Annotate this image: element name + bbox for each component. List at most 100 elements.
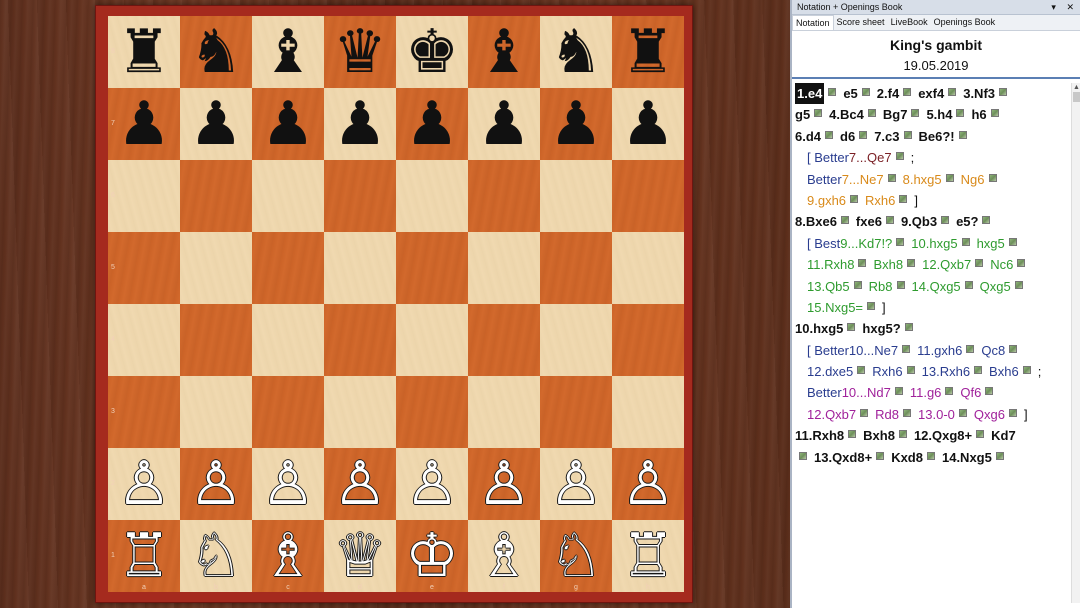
annotation-icon[interactable] (1008, 408, 1017, 417)
move-token[interactable]: 10.hxg5 (795, 318, 843, 339)
annotation-icon[interactable] (894, 387, 903, 396)
annotation-icon[interactable] (825, 130, 834, 139)
square-d8[interactable]: ♛ (324, 16, 396, 88)
annotation-icon[interactable] (860, 408, 869, 417)
annotation-icon[interactable] (985, 387, 994, 396)
move-token[interactable]: Kd7 (991, 425, 1016, 446)
square-d2[interactable]: ♙ (324, 448, 396, 520)
move-token[interactable]: e5? (956, 211, 978, 232)
square-e7[interactable]: ♟ (396, 88, 468, 160)
annotation-icon[interactable] (964, 280, 973, 289)
move-token[interactable]: e5 (843, 83, 857, 104)
annotation-icon[interactable] (976, 430, 985, 439)
move-token[interactable]: exf4 (918, 83, 944, 104)
annotation-icon[interactable] (988, 173, 997, 182)
move-token[interactable]: [ Better (807, 147, 849, 168)
square-b8[interactable]: ♞ (180, 16, 252, 88)
square-h8[interactable]: ♜ (612, 16, 684, 88)
move-token[interactable]: 14.Qxg5 (912, 276, 961, 297)
move-token[interactable]: d6 (840, 126, 855, 147)
square-d6[interactable] (324, 160, 396, 232)
move-token[interactable]: ] (1024, 404, 1028, 425)
black-pawn-icon[interactable]: ♟ (621, 94, 675, 154)
square-e4[interactable] (396, 304, 468, 376)
move-token[interactable]: Rxh6 (872, 361, 902, 382)
square-a8[interactable]: 8 ♜ (108, 16, 180, 88)
annotation-icon[interactable] (859, 130, 868, 139)
move-token[interactable]: fxe6 (856, 211, 882, 232)
square-e5[interactable] (396, 232, 468, 304)
move-token[interactable]: Qc8 (981, 340, 1005, 361)
move-token[interactable]: Qxg5 (980, 276, 1011, 297)
move-token[interactable]: 12.Qxb7 (922, 254, 971, 275)
annotation-icon[interactable] (899, 194, 908, 203)
annotation-icon[interactable] (896, 237, 905, 246)
annotation-icon[interactable] (975, 259, 984, 268)
square-g2[interactable]: ♙ (540, 448, 612, 520)
notation-scrollbar[interactable]: ▲ (1071, 83, 1080, 603)
move-token[interactable]: Nc6 (990, 254, 1013, 275)
black-king-icon[interactable]: ♚ (405, 22, 459, 82)
chessboard[interactable]: 8 ♜ ♞ ♝ ♛ ♚ ♝ ♞ ♜ 7 ♟ ♟ ♟ ♟ ♟ ♟ ♟ ♟ 6 5 4 3 2 ♙ ♙ ♙ ♙ ♙ ♙ ♙ ♙ 1 a ♖ b ♘ c ♗ d ♕… (108, 16, 684, 592)
annotation-icon[interactable] (902, 344, 911, 353)
move-token[interactable]: 13.0-0 (918, 404, 955, 425)
annotation-icon[interactable] (926, 451, 935, 460)
move-token[interactable]: Ng6 (961, 169, 985, 190)
square-f6[interactable] (468, 160, 540, 232)
move-token[interactable]: 11.g6 (910, 382, 942, 403)
annotation-icon[interactable] (1008, 237, 1017, 246)
annotation-icon[interactable] (867, 301, 876, 310)
black-rook-icon[interactable]: ♜ (117, 22, 171, 82)
square-d7[interactable]: ♟ (324, 88, 396, 160)
annotation-icon[interactable] (945, 387, 954, 396)
annotation-icon[interactable] (850, 194, 859, 203)
move-token[interactable]: 4.Bc4 (829, 104, 864, 125)
move-token[interactable]: 11.Rxh8 (795, 425, 844, 446)
square-d5[interactable] (324, 232, 396, 304)
annotation-icon[interactable] (1022, 366, 1031, 375)
move-token[interactable]: 8.Bxe6 (795, 211, 837, 232)
square-c8[interactable]: ♝ (252, 16, 324, 88)
square-h3[interactable] (612, 376, 684, 448)
close-icon[interactable]: ✕ (1066, 2, 1074, 12)
white-knight-icon[interactable]: ♘ (549, 526, 603, 586)
move-token[interactable]: Bxh6 (989, 361, 1019, 382)
white-pawn-icon[interactable]: ♙ (189, 454, 243, 514)
white-pawn-icon[interactable]: ♙ (405, 454, 459, 514)
white-pawn-icon[interactable]: ♙ (549, 454, 603, 514)
move-token[interactable]: ; (911, 147, 915, 168)
move-token[interactable]: 12.Qxb7 (807, 404, 856, 425)
annotation-icon[interactable] (941, 216, 950, 225)
annotation-icon[interactable] (903, 130, 912, 139)
annotation-icon[interactable] (956, 109, 965, 118)
annotation-icon[interactable] (974, 366, 983, 375)
white-rook-icon[interactable]: ♖ (117, 526, 171, 586)
tab-livebook[interactable]: LiveBook (888, 15, 931, 30)
move-token[interactable]: h6 (971, 104, 986, 125)
move-token[interactable]: Bxh8 (873, 254, 903, 275)
black-knight-icon[interactable]: ♞ (549, 22, 603, 82)
annotation-icon[interactable] (898, 430, 907, 439)
black-queen-icon[interactable]: ♛ (333, 22, 387, 82)
black-pawn-icon[interactable]: ♟ (333, 94, 387, 154)
move-token[interactable]: hxg5? (862, 318, 900, 339)
annotation-icon[interactable] (903, 88, 912, 96)
square-d1[interactable]: d ♕ (324, 520, 396, 592)
annotation-icon[interactable] (995, 451, 1004, 460)
square-c1[interactable]: c ♗ (252, 520, 324, 592)
annotation-icon[interactable] (1014, 280, 1023, 289)
annotation-icon[interactable] (876, 451, 885, 460)
move-token[interactable]: 7...Qe7 (849, 147, 892, 168)
white-pawn-icon[interactable]: ♙ (261, 454, 315, 514)
annotation-icon[interactable] (999, 88, 1008, 96)
move-token[interactable]: ] (882, 297, 886, 318)
square-c6[interactable] (252, 160, 324, 232)
square-a5[interactable]: 5 (108, 232, 180, 304)
square-c3[interactable] (252, 376, 324, 448)
move-token[interactable]: 9.gxh6 (807, 190, 846, 211)
move-token[interactable]: hxg5 (977, 233, 1005, 254)
move-token[interactable]: Bxh8 (863, 425, 895, 446)
square-h1[interactable]: h ♖ (612, 520, 684, 592)
move-token[interactable]: 12.dxe5 (807, 361, 853, 382)
annotation-icon[interactable] (896, 280, 905, 289)
